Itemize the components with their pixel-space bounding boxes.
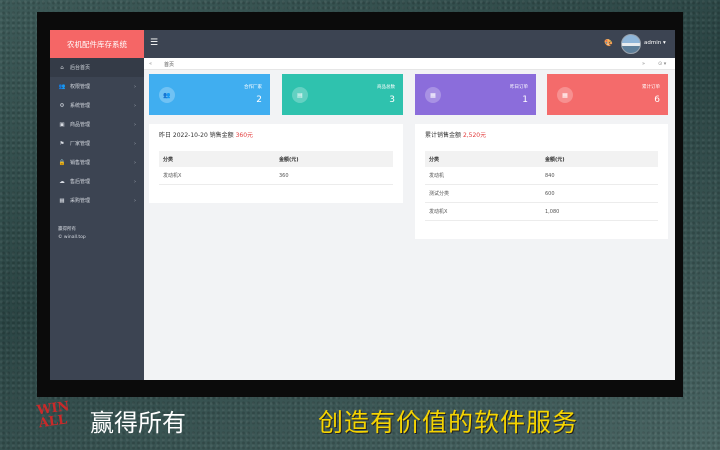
- cloud-icon: ☁: [59, 178, 65, 185]
- tab-scroll-left-icon[interactable]: «: [149, 61, 152, 67]
- chevron-right-icon: ›: [134, 102, 136, 109]
- app-title: 农机配件库存系统: [50, 30, 144, 58]
- sidebar-item-2[interactable]: ⚙ 系统管理 ›: [50, 96, 144, 115]
- sidebar: 农机配件库存系统 ⌂ 后台首页 👥 权限管理 › ⚙ 系统管理 › ▣ 商品管理 › ⚑ 厂家管理 › 🔒 销…: [50, 30, 144, 380]
- table-row: 发动机X 1,080: [425, 203, 658, 221]
- factory-icon: ⚑: [59, 140, 65, 147]
- table-cell: 1,080: [545, 208, 560, 215]
- user-menu[interactable]: admin ▾: [644, 40, 666, 46]
- sidebar-item-5[interactable]: 🔒 销售管理 ›: [50, 153, 144, 172]
- slogan: 创造有价值的软件服务: [318, 408, 579, 437]
- table-cell: 840: [545, 172, 555, 179]
- panel-yesterday-sales: 昨日 2022-10-20 销售金额 360元 分类 金额(元) 发动机X 360: [149, 124, 403, 203]
- stat-value: 6: [654, 95, 660, 105]
- panel-total-sales: 累计销售金额 2,520元 分类 金额(元) 发动机 840 测试分类 600 发动机X 1,…: [415, 124, 668, 239]
- box-icon: ▣: [59, 121, 65, 128]
- column-header: 金额(元): [545, 156, 565, 163]
- stat-card[interactable]: ▤ 商品总数 3: [282, 74, 403, 115]
- winall-logo: WIN ALL: [36, 398, 90, 448]
- sidebar-item-label: 系统管理: [70, 103, 91, 109]
- sidebar-item-label: 售后管理: [70, 179, 91, 185]
- sidebar-item-label: 后台首页: [70, 65, 91, 71]
- table-cell: 600: [545, 190, 555, 197]
- panel-amount: 2,520元: [462, 132, 487, 139]
- stat-card[interactable]: ▦ 昨日订单 1: [415, 74, 536, 115]
- tab-menu-icon[interactable]: ⊙ ▾: [658, 61, 666, 67]
- sidebar-footer: 赢得所有 © winall.top: [58, 226, 86, 242]
- stat-card[interactable]: 👥 合作厂家 2: [149, 74, 270, 115]
- panel-amount: 360元: [235, 132, 254, 139]
- sidebar-item-label: 厂家管理: [70, 141, 91, 147]
- table-row: 发动机 840: [425, 167, 658, 185]
- stat-value: 3: [389, 95, 395, 105]
- table-cell: 发动机X: [163, 173, 182, 179]
- tab-bar: « 首页 » ⊙ ▾: [144, 58, 675, 70]
- table-cell: 发动机: [429, 173, 445, 179]
- sidebar-item-label: 商品管理: [70, 122, 91, 128]
- app-screen: 农机配件库存系统 ⌂ 后台首页 👥 权限管理 › ⚙ 系统管理 › ▣ 商品管理 › ⚑ 厂家管理 › 🔒 销…: [50, 30, 675, 380]
- stat-card[interactable]: ▦ 累计订单 6: [547, 74, 668, 115]
- sidebar-item-6[interactable]: ☁ 售后管理 ›: [50, 172, 144, 191]
- stat-label: 商品总数: [377, 85, 395, 90]
- tab-scroll-right-icon[interactable]: »: [642, 61, 645, 67]
- chevron-right-icon: ›: [134, 178, 136, 185]
- lock-icon: 🔒: [58, 159, 66, 166]
- column-header: 分类: [163, 156, 174, 163]
- avatar[interactable]: [621, 34, 641, 54]
- sidebar-item-label: 销售管理: [70, 160, 91, 166]
- grid-icon: ▦: [425, 87, 441, 103]
- table-cell: 360: [279, 172, 289, 179]
- panel-title: 昨日 2022-10-20 销售金额 360元: [159, 130, 253, 139]
- table-header: 分类 金额(元): [159, 151, 393, 167]
- sales-table: 分类 金额(元) 发动机 840 测试分类 600 发动机X 1,080: [425, 151, 658, 221]
- chevron-right-icon: ›: [134, 83, 136, 90]
- sidebar-nav: ⌂ 后台首页 👥 权限管理 › ⚙ 系统管理 › ▣ 商品管理 › ⚑ 厂家管理 › 🔒 销售管理 › ☁ 售后管理…: [50, 58, 144, 210]
- users-icon: 👥: [159, 87, 175, 103]
- chevron-right-icon: ›: [134, 197, 136, 204]
- tab-home[interactable]: 首页: [164, 61, 174, 68]
- footer-copyright: © winall.top: [58, 235, 86, 240]
- stat-value: 2: [256, 95, 262, 105]
- topbar: ☰ 🎨 admin ▾: [144, 30, 675, 58]
- sidebar-item-7[interactable]: ▦ 采购管理 ›: [50, 191, 144, 210]
- table-cell: 测试分类: [429, 191, 450, 197]
- home-icon: ⌂: [60, 64, 64, 71]
- company-name: 赢得所有: [90, 409, 186, 437]
- table-row: 测试分类 600: [425, 185, 658, 203]
- bag-icon: ▤: [292, 87, 308, 103]
- grid-icon: ▦: [59, 197, 65, 204]
- chevron-right-icon: ›: [134, 121, 136, 128]
- sidebar-item-0[interactable]: ⌂ 后台首页: [50, 58, 144, 77]
- chevron-right-icon: ›: [134, 140, 136, 147]
- users-icon: 👥: [58, 83, 66, 90]
- sales-table: 分类 金额(元) 发动机X 360: [159, 151, 393, 185]
- menu-toggle-icon[interactable]: ☰: [150, 38, 158, 48]
- footer-company: 赢得所有: [58, 227, 76, 232]
- sidebar-item-3[interactable]: ▣ 商品管理 ›: [50, 115, 144, 134]
- stat-value: 1: [522, 95, 528, 105]
- grid-icon: ▦: [557, 87, 573, 103]
- table-row: 发动机X 360: [159, 167, 393, 185]
- table-header: 分类 金额(元): [425, 151, 658, 167]
- panel-title: 累计销售金额 2,520元: [425, 130, 486, 139]
- panel-title-text: 昨日 2022-10-20 销售金额: [159, 132, 234, 139]
- sidebar-item-4[interactable]: ⚑ 厂家管理 ›: [50, 134, 144, 153]
- column-header: 金额(元): [279, 156, 299, 163]
- stat-label: 昨日订单: [510, 85, 528, 90]
- column-header: 分类: [429, 156, 440, 163]
- table-cell: 发动机X: [429, 209, 448, 215]
- panel-title-text: 累计销售金额: [425, 132, 462, 139]
- gear-icon: ⚙: [59, 102, 65, 109]
- sidebar-item-label: 采购管理: [70, 198, 91, 204]
- chevron-right-icon: ›: [134, 159, 136, 166]
- sidebar-item-1[interactable]: 👥 权限管理 ›: [50, 77, 144, 96]
- stat-label: 合作厂家: [244, 85, 262, 90]
- stat-label: 累计订单: [642, 85, 660, 90]
- sidebar-item-label: 权限管理: [70, 84, 91, 90]
- theme-palette-icon[interactable]: 🎨: [604, 39, 613, 47]
